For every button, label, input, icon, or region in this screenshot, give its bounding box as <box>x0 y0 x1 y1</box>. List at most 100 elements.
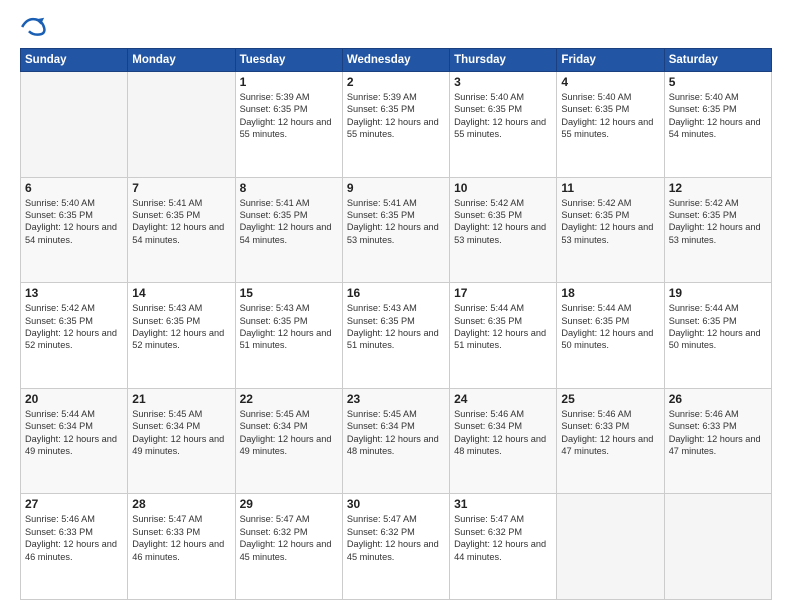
calendar-cell: 24Sunrise: 5:46 AM Sunset: 6:34 PM Dayli… <box>450 388 557 494</box>
cell-content: Sunrise: 5:43 AM Sunset: 6:35 PM Dayligh… <box>347 302 445 352</box>
cell-content: Sunrise: 5:39 AM Sunset: 6:35 PM Dayligh… <box>347 91 445 141</box>
calendar-cell: 25 Sunrise: 5:46 AM Sunset: 6:33 PM Dayli… <box>557 388 664 494</box>
day-number: 8 <box>240 181 338 195</box>
day-number: 26 <box>669 392 767 406</box>
cell-content: Sunrise: 5:42 AM Sunset: 6:35 PM Dayligh… <box>669 197 767 247</box>
weekday-header-row: SundayMondayTuesdayWednesdayThursdayFrid… <box>21 49 772 72</box>
calendar-cell: 8 Sunrise: 5:41 AM Sunset: 6:35 PM Daylig… <box>235 177 342 283</box>
day-number: 18 <box>561 286 659 300</box>
cell-content: Sunrise: 5:45 AM Sunset: 6:34 PM Dayligh… <box>132 408 230 458</box>
cell-content: Sunrise: 5:41 AM Sunset: 6:35 PM Dayligh… <box>347 197 445 247</box>
calendar-cell: 4Sunrise: 5:40 AM Sunset: 6:35 PM Daylig… <box>557 72 664 178</box>
calendar-cell: 20 Sunrise: 5:44 AM Sunset: 6:34 PM Dayli… <box>21 388 128 494</box>
day-number: 7 <box>132 181 230 195</box>
weekday-header-monday: Monday <box>128 49 235 72</box>
calendar-cell: 7 Sunrise: 5:41 AM Sunset: 6:35 PM Daylig… <box>128 177 235 283</box>
day-number: 14 <box>132 286 230 300</box>
day-number: 17 <box>454 286 552 300</box>
cell-content: Sunrise: 5:40 AM Sunset: 6:35 PM Dayligh… <box>669 91 767 141</box>
cell-content: Sunrise: 5:43 AM Sunset: 6:35 PM Dayligh… <box>132 302 230 352</box>
week-row-3: 13 Sunrise: 5:42 AM Sunset: 6:35 PM Dayli… <box>21 283 772 389</box>
day-number: 21 <box>132 392 230 406</box>
calendar-cell: 28 Sunrise: 5:47 AM Sunset: 6:33 PM Dayli… <box>128 494 235 600</box>
day-number: 12 <box>669 181 767 195</box>
calendar-cell: 2 Sunrise: 5:39 AM Sunset: 6:35 PM Daylig… <box>342 72 449 178</box>
cell-content: Sunrise: 5:46 AM Sunset: 6:33 PM Dayligh… <box>669 408 767 458</box>
day-number: 23 <box>347 392 445 406</box>
day-number: 11 <box>561 181 659 195</box>
day-number: 9 <box>347 181 445 195</box>
weekday-header-saturday: Saturday <box>664 49 771 72</box>
cell-content: Sunrise: 5:41 AM Sunset: 6:35 PM Dayligh… <box>132 197 230 247</box>
calendar-cell: 31 Sunrise: 5:47 AM Sunset: 6:32 PM Dayli… <box>450 494 557 600</box>
day-number: 27 <box>25 497 123 511</box>
weekday-header-tuesday: Tuesday <box>235 49 342 72</box>
day-number: 3 <box>454 75 552 89</box>
calendar-cell <box>21 72 128 178</box>
calendar-cell <box>664 494 771 600</box>
day-number: 16 <box>347 286 445 300</box>
cell-content: Sunrise: 5:47 AM Sunset: 6:32 PM Dayligh… <box>347 513 445 563</box>
cell-content: Sunrise: 5:44 AM Sunset: 6:35 PM Dayligh… <box>561 302 659 352</box>
weekday-header-friday: Friday <box>557 49 664 72</box>
cell-content: Sunrise: 5:47 AM Sunset: 6:32 PM Dayligh… <box>240 513 338 563</box>
calendar-cell: 17 Sunrise: 5:44 AM Sunset: 6:35 PM Dayli… <box>450 283 557 389</box>
cell-content: Sunrise: 5:43 AM Sunset: 6:35 PM Dayligh… <box>240 302 338 352</box>
calendar-cell: 15 Sunrise: 5:43 AM Sunset: 6:35 PM Dayli… <box>235 283 342 389</box>
calendar-cell <box>128 72 235 178</box>
cell-content: Sunrise: 5:44 AM Sunset: 6:34 PM Dayligh… <box>25 408 123 458</box>
cell-content: Sunrise: 5:46 AM Sunset: 6:34 PM Dayligh… <box>454 408 552 458</box>
calendar-cell: 3Sunrise: 5:40 AM Sunset: 6:35 PM Daylig… <box>450 72 557 178</box>
day-number: 25 <box>561 392 659 406</box>
day-number: 10 <box>454 181 552 195</box>
cell-content: Sunrise: 5:44 AM Sunset: 6:35 PM Dayligh… <box>454 302 552 352</box>
cell-content: Sunrise: 5:47 AM Sunset: 6:32 PM Dayligh… <box>454 513 552 563</box>
cell-content: Sunrise: 5:42 AM Sunset: 6:35 PM Dayligh… <box>454 197 552 247</box>
day-number: 22 <box>240 392 338 406</box>
calendar-cell: 5 Sunrise: 5:40 AM Sunset: 6:35 PM Daylig… <box>664 72 771 178</box>
week-row-2: 6Sunrise: 5:40 AM Sunset: 6:35 PM Daylig… <box>21 177 772 283</box>
day-number: 30 <box>347 497 445 511</box>
day-number: 20 <box>25 392 123 406</box>
calendar-cell: 30 Sunrise: 5:47 AM Sunset: 6:32 PM Dayli… <box>342 494 449 600</box>
day-number: 2 <box>347 75 445 89</box>
day-number: 28 <box>132 497 230 511</box>
calendar-cell: 26 Sunrise: 5:46 AM Sunset: 6:33 PM Dayli… <box>664 388 771 494</box>
day-number: 4 <box>561 75 659 89</box>
calendar-cell: 11 Sunrise: 5:42 AM Sunset: 6:35 PM Dayli… <box>557 177 664 283</box>
calendar-cell: 13 Sunrise: 5:42 AM Sunset: 6:35 PM Dayli… <box>21 283 128 389</box>
cell-content: Sunrise: 5:46 AM Sunset: 6:33 PM Dayligh… <box>561 408 659 458</box>
cell-content: Sunrise: 5:42 AM Sunset: 6:35 PM Dayligh… <box>25 302 123 352</box>
calendar-cell: 9 Sunrise: 5:41 AM Sunset: 6:35 PM Daylig… <box>342 177 449 283</box>
week-row-5: 27Sunrise: 5:46 AM Sunset: 6:33 PM Dayli… <box>21 494 772 600</box>
calendar-cell: 27Sunrise: 5:46 AM Sunset: 6:33 PM Dayli… <box>21 494 128 600</box>
cell-content: Sunrise: 5:42 AM Sunset: 6:35 PM Dayligh… <box>561 197 659 247</box>
cell-content: Sunrise: 5:41 AM Sunset: 6:35 PM Dayligh… <box>240 197 338 247</box>
calendar-cell: 16 Sunrise: 5:43 AM Sunset: 6:35 PM Dayli… <box>342 283 449 389</box>
page: SundayMondayTuesdayWednesdayThursdayFrid… <box>0 0 792 612</box>
cell-content: Sunrise: 5:45 AM Sunset: 6:34 PM Dayligh… <box>347 408 445 458</box>
weekday-header-sunday: Sunday <box>21 49 128 72</box>
cell-content: Sunrise: 5:47 AM Sunset: 6:33 PM Dayligh… <box>132 513 230 563</box>
day-number: 13 <box>25 286 123 300</box>
day-number: 29 <box>240 497 338 511</box>
weekday-header-wednesday: Wednesday <box>342 49 449 72</box>
day-number: 15 <box>240 286 338 300</box>
calendar-cell: 19Sunrise: 5:44 AM Sunset: 6:35 PM Dayli… <box>664 283 771 389</box>
logo-icon <box>20 16 48 38</box>
week-row-1: 1 Sunrise: 5:39 AM Sunset: 6:35 PM Daylig… <box>21 72 772 178</box>
weekday-header-thursday: Thursday <box>450 49 557 72</box>
week-row-4: 20 Sunrise: 5:44 AM Sunset: 6:34 PM Dayli… <box>21 388 772 494</box>
cell-content: Sunrise: 5:44 AM Sunset: 6:35 PM Dayligh… <box>669 302 767 352</box>
calendar-cell: 23 Sunrise: 5:45 AM Sunset: 6:34 PM Dayli… <box>342 388 449 494</box>
calendar-cell: 18 Sunrise: 5:44 AM Sunset: 6:35 PM Dayli… <box>557 283 664 389</box>
day-number: 31 <box>454 497 552 511</box>
calendar-cell: 10 Sunrise: 5:42 AM Sunset: 6:35 PM Dayli… <box>450 177 557 283</box>
calendar-cell: 14 Sunrise: 5:43 AM Sunset: 6:35 PM Dayli… <box>128 283 235 389</box>
calendar-cell: 29 Sunrise: 5:47 AM Sunset: 6:32 PM Dayli… <box>235 494 342 600</box>
day-number: 5 <box>669 75 767 89</box>
calendar-cell: 22Sunrise: 5:45 AM Sunset: 6:34 PM Dayli… <box>235 388 342 494</box>
calendar-cell: 1Sunrise: 5:39 AM Sunset: 6:35 PM Daylig… <box>235 72 342 178</box>
calendar-cell: 21 Sunrise: 5:45 AM Sunset: 6:34 PM Dayli… <box>128 388 235 494</box>
day-number: 1 <box>240 75 338 89</box>
